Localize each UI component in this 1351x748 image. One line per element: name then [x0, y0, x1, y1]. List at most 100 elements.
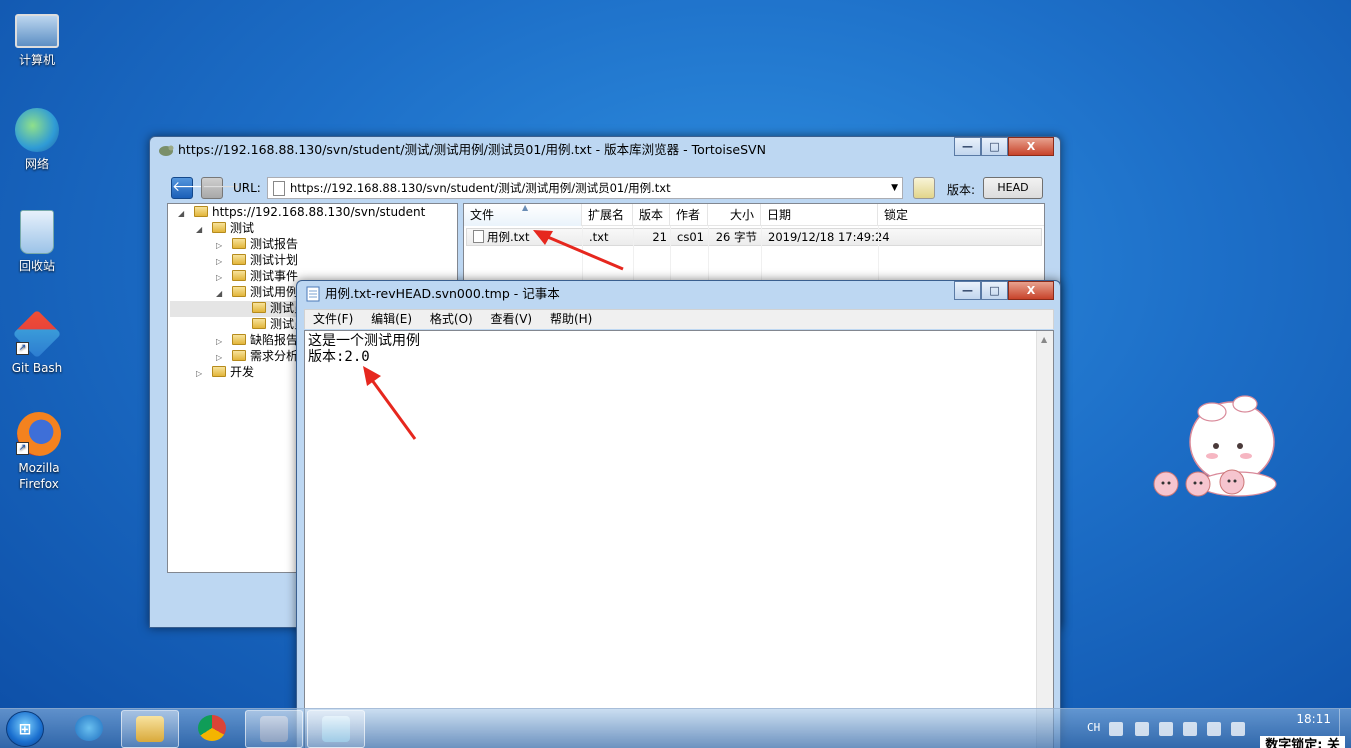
- tree-item[interactable]: ▷ 需求分析: [216, 348, 298, 364]
- input-language-indicator[interactable]: CH: [1087, 721, 1100, 734]
- folder-icon: [252, 302, 266, 313]
- tree-item-label: 缺陷报告: [250, 333, 299, 347]
- folder-icon: [252, 318, 266, 329]
- security-shield-icon[interactable]: [1183, 722, 1197, 736]
- repo-browser-title: https://192.168.88.130/svn/student/测试/测试…: [178, 142, 766, 157]
- expand-toggle-icon[interactable]: ◢: [216, 286, 226, 302]
- maximize-button[interactable]: □: [981, 281, 1008, 300]
- text-file-icon: [473, 230, 484, 243]
- repo-browser-toolbar: 🡐 🡒 URL: https://192.168.88.130/svn/stud…: [167, 173, 1045, 201]
- notepad-icon: [322, 716, 350, 742]
- vertical-scrollbar[interactable]: ▲: [1036, 331, 1053, 748]
- column-header-extension[interactable]: 扩展名: [582, 204, 633, 226]
- expand-toggle-icon[interactable]: ▷: [196, 366, 206, 382]
- tree-item[interactable]: ▷ 缺陷报告: [216, 332, 298, 348]
- file-list-header: ▲ 文件 扩展名 版本 作者 大小 日期 锁定: [464, 203, 1044, 226]
- close-button[interactable]: X: [1008, 137, 1054, 156]
- chevron-down-icon[interactable]: ▼: [891, 178, 898, 198]
- keyboard-icon[interactable]: [1109, 722, 1123, 736]
- folder-icon: [194, 206, 208, 217]
- desktop-icon-git-bash[interactable]: ↗ Git Bash: [4, 309, 70, 376]
- sort-ascending-icon: ▲: [522, 203, 529, 212]
- column-header-size[interactable]: 大小: [708, 204, 761, 226]
- expand-toggle-icon[interactable]: ◢: [178, 206, 188, 222]
- menu-format[interactable]: 格式(O): [424, 310, 479, 329]
- menu-file[interactable]: 文件(F): [307, 310, 359, 329]
- taskbar-notepad-button[interactable]: [307, 710, 365, 748]
- tree-item-label: 开发: [230, 365, 255, 379]
- notepad-menubar: 文件(F) 编辑(E) 格式(O) 查看(V) 帮助(H): [304, 309, 1054, 329]
- desktop-icon-recycle-bin[interactable]: 回收站: [4, 210, 70, 274]
- folder-icon: [232, 334, 246, 345]
- column-header-label: 日期: [767, 208, 792, 222]
- column-header-author[interactable]: 作者: [670, 204, 708, 226]
- computer-icon: [15, 14, 59, 48]
- notepad-titlebar[interactable]: 用例.txt-revHEAD.svn000.tmp - 记事本: [297, 281, 1060, 307]
- close-button[interactable]: X: [1008, 281, 1054, 300]
- expand-toggle-icon[interactable]: ◢: [196, 222, 206, 238]
- revision-head-button[interactable]: HEAD: [983, 177, 1043, 199]
- shortcut-arrow-icon: ↗: [16, 442, 29, 455]
- folder-icon: [232, 350, 246, 361]
- red-arrow-annotation-icon: [363, 366, 417, 440]
- forward-button[interactable]: 🡒: [201, 177, 240, 199]
- start-button[interactable]: ⊞: [6, 711, 44, 747]
- red-arrow-annotation-icon: [533, 230, 624, 271]
- open-folder-button[interactable]: [913, 177, 935, 199]
- url-label: URL:: [233, 181, 261, 195]
- column-header-file[interactable]: ▲ 文件: [464, 203, 582, 226]
- internet-explorer-icon: [75, 715, 103, 741]
- recycle-bin-icon: [20, 210, 54, 254]
- network-icon: [15, 108, 59, 152]
- column-header-lock[interactable]: 锁定: [878, 204, 1044, 226]
- network-status-icon[interactable]: [1231, 722, 1245, 736]
- cartoon-sticker-icon: [1153, 395, 1277, 497]
- desktop-icon-computer[interactable]: 计算机: [4, 8, 70, 68]
- notepad-window: 用例.txt-revHEAD.svn000.tmp - 记事本 — □ X 文件…: [296, 280, 1061, 748]
- clock-time: 18:11: [1296, 712, 1331, 726]
- repo-browser-titlebar[interactable]: https://192.168.88.130/svn/student/测试/测试…: [150, 137, 1060, 163]
- volume-muted-icon[interactable]: [1207, 722, 1221, 736]
- taskbar-chrome-button[interactable]: [183, 710, 241, 748]
- vmware-icon[interactable]: [1159, 722, 1173, 736]
- size-cell: 26 字节: [715, 230, 757, 244]
- tree-item[interactable]: ▷ 测试事件: [216, 268, 298, 284]
- desktop-icon-network[interactable]: 网络: [4, 108, 70, 172]
- minimize-button[interactable]: —: [954, 281, 981, 300]
- tree-item[interactable]: ◢ 测试: [196, 220, 254, 236]
- desktop-icon-firefox[interactable]: ↗ Mozilla Firefox: [4, 412, 74, 492]
- bluetooth-icon[interactable]: [1135, 722, 1149, 736]
- clock[interactable]: 18:11: [1296, 712, 1331, 726]
- numlock-indicator: 数字锁定: 关: [1260, 736, 1345, 748]
- menu-help[interactable]: 帮助(H): [544, 310, 598, 329]
- tree-item[interactable]: ◢ 测试用例: [216, 284, 298, 300]
- tree-item[interactable]: ▷ 测试报告: [216, 236, 298, 252]
- chrome-icon: [198, 715, 226, 741]
- desktop-icon-label: 计算机: [18, 53, 55, 67]
- date-cell: 2019/12/18 17:49:24: [768, 230, 890, 244]
- tree-item-label: 测试用例: [250, 285, 299, 299]
- show-desktop-button[interactable]: [1339, 709, 1351, 748]
- column-header-revision[interactable]: 版本: [633, 204, 670, 226]
- maximize-button[interactable]: □: [981, 137, 1008, 156]
- taskbar-ie-button[interactable]: [60, 710, 118, 748]
- document-icon: [273, 181, 285, 196]
- url-combobox[interactable]: https://192.168.88.130/svn/student/测试/测试…: [267, 177, 903, 199]
- windows-logo-icon: ⊞: [18, 720, 32, 738]
- tree-item-label: 测试计划: [250, 253, 299, 267]
- minimize-button[interactable]: —: [954, 137, 981, 156]
- tree-item[interactable]: ▷ 开发: [196, 364, 254, 380]
- window-controls: — □ X: [954, 281, 1054, 300]
- url-value: https://192.168.88.130/svn/student/测试/测试…: [290, 181, 671, 195]
- taskbar-tortoisesvn-button[interactable]: [245, 710, 303, 748]
- menu-view[interactable]: 查看(V): [485, 310, 539, 329]
- shortcut-arrow-icon: ↗: [16, 342, 29, 355]
- back-button[interactable]: 🡐: [171, 177, 210, 199]
- scroll-up-icon[interactable]: ▲: [1041, 335, 1047, 344]
- notepad-icon: [306, 286, 320, 302]
- tree-item[interactable]: ▷ 测试计划: [216, 252, 298, 268]
- taskbar-explorer-button[interactable]: [121, 710, 179, 748]
- column-header-date[interactable]: 日期: [761, 204, 878, 226]
- menu-edit[interactable]: 编辑(E): [365, 310, 418, 329]
- tree-item-root[interactable]: ◢ https://192.168.88.130/svn/student: [178, 204, 425, 220]
